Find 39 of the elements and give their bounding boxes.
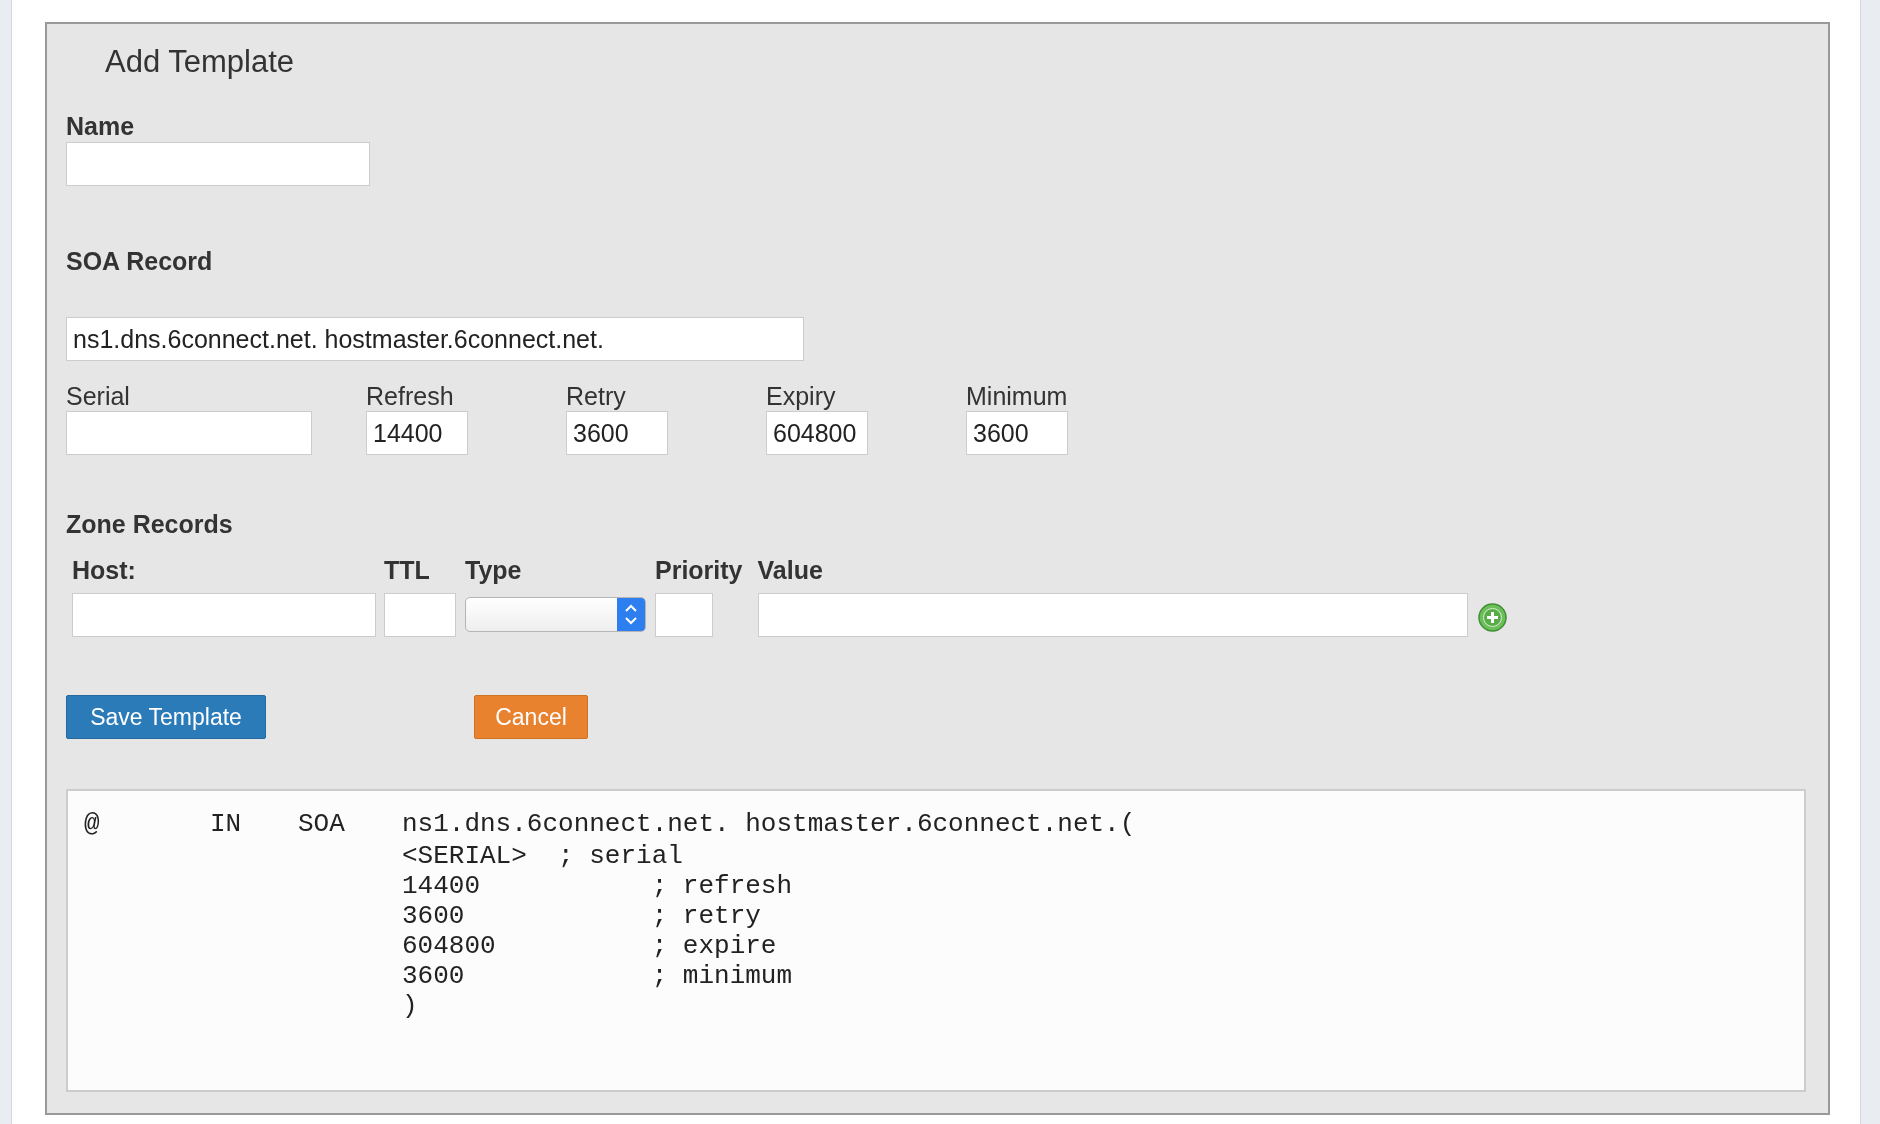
stepper-icon bbox=[617, 598, 645, 631]
column-label: Host: bbox=[72, 555, 136, 585]
code-line: 3600 ; minimum bbox=[402, 961, 793, 991]
text-input[interactable] bbox=[655, 593, 713, 637]
code-line: 604800 ; expire bbox=[402, 931, 777, 961]
code-line: 14400 ; refresh bbox=[402, 871, 793, 901]
add-icon[interactable] bbox=[1477, 603, 1507, 632]
field-label: Retry bbox=[566, 381, 626, 411]
text-input[interactable] bbox=[757, 593, 1468, 637]
field-label: Refresh bbox=[366, 381, 454, 411]
section-heading: Zone Records bbox=[66, 509, 233, 539]
code-line: 3600 ; retry bbox=[402, 901, 761, 931]
text-input[interactable]: 14400 bbox=[366, 411, 468, 455]
text-input[interactable] bbox=[72, 593, 376, 637]
text-input[interactable]: 3600 bbox=[566, 411, 668, 455]
section-heading: SOA Record bbox=[66, 246, 213, 276]
text-input[interactable] bbox=[384, 593, 456, 637]
code-text: ns1.dns.6connect.net. hostmaster.6connect.net.( bbox=[402, 809, 1136, 839]
code-text: IN bbox=[210, 809, 242, 839]
select-field[interactable] bbox=[465, 597, 646, 632]
text-input[interactable]: 604800 bbox=[766, 411, 868, 455]
column-label: Value bbox=[757, 555, 823, 585]
column-label: TTL bbox=[384, 555, 430, 585]
text-input[interactable] bbox=[66, 142, 370, 186]
code-text: @ bbox=[84, 809, 100, 839]
text-input[interactable]: ns1.dns.6connect.net. hostmaster.6connect.net. bbox=[66, 317, 804, 361]
text-input[interactable] bbox=[66, 411, 312, 455]
field-label: Expiry bbox=[766, 381, 836, 411]
code-line: ) bbox=[402, 991, 418, 1021]
text-input[interactable]: 3600 bbox=[966, 411, 1068, 455]
form-title: Add Template bbox=[105, 43, 295, 81]
save-button[interactable]: Save Template bbox=[66, 695, 266, 739]
field-label: Minimum bbox=[966, 381, 1068, 411]
column-label: Priority bbox=[655, 555, 743, 585]
field-label: Name bbox=[66, 112, 135, 140]
code-line: <SERIAL> ; serial bbox=[402, 841, 683, 871]
code-text: SOA bbox=[298, 809, 345, 839]
column-label: Type bbox=[465, 555, 522, 585]
field-label: Serial bbox=[66, 381, 130, 411]
